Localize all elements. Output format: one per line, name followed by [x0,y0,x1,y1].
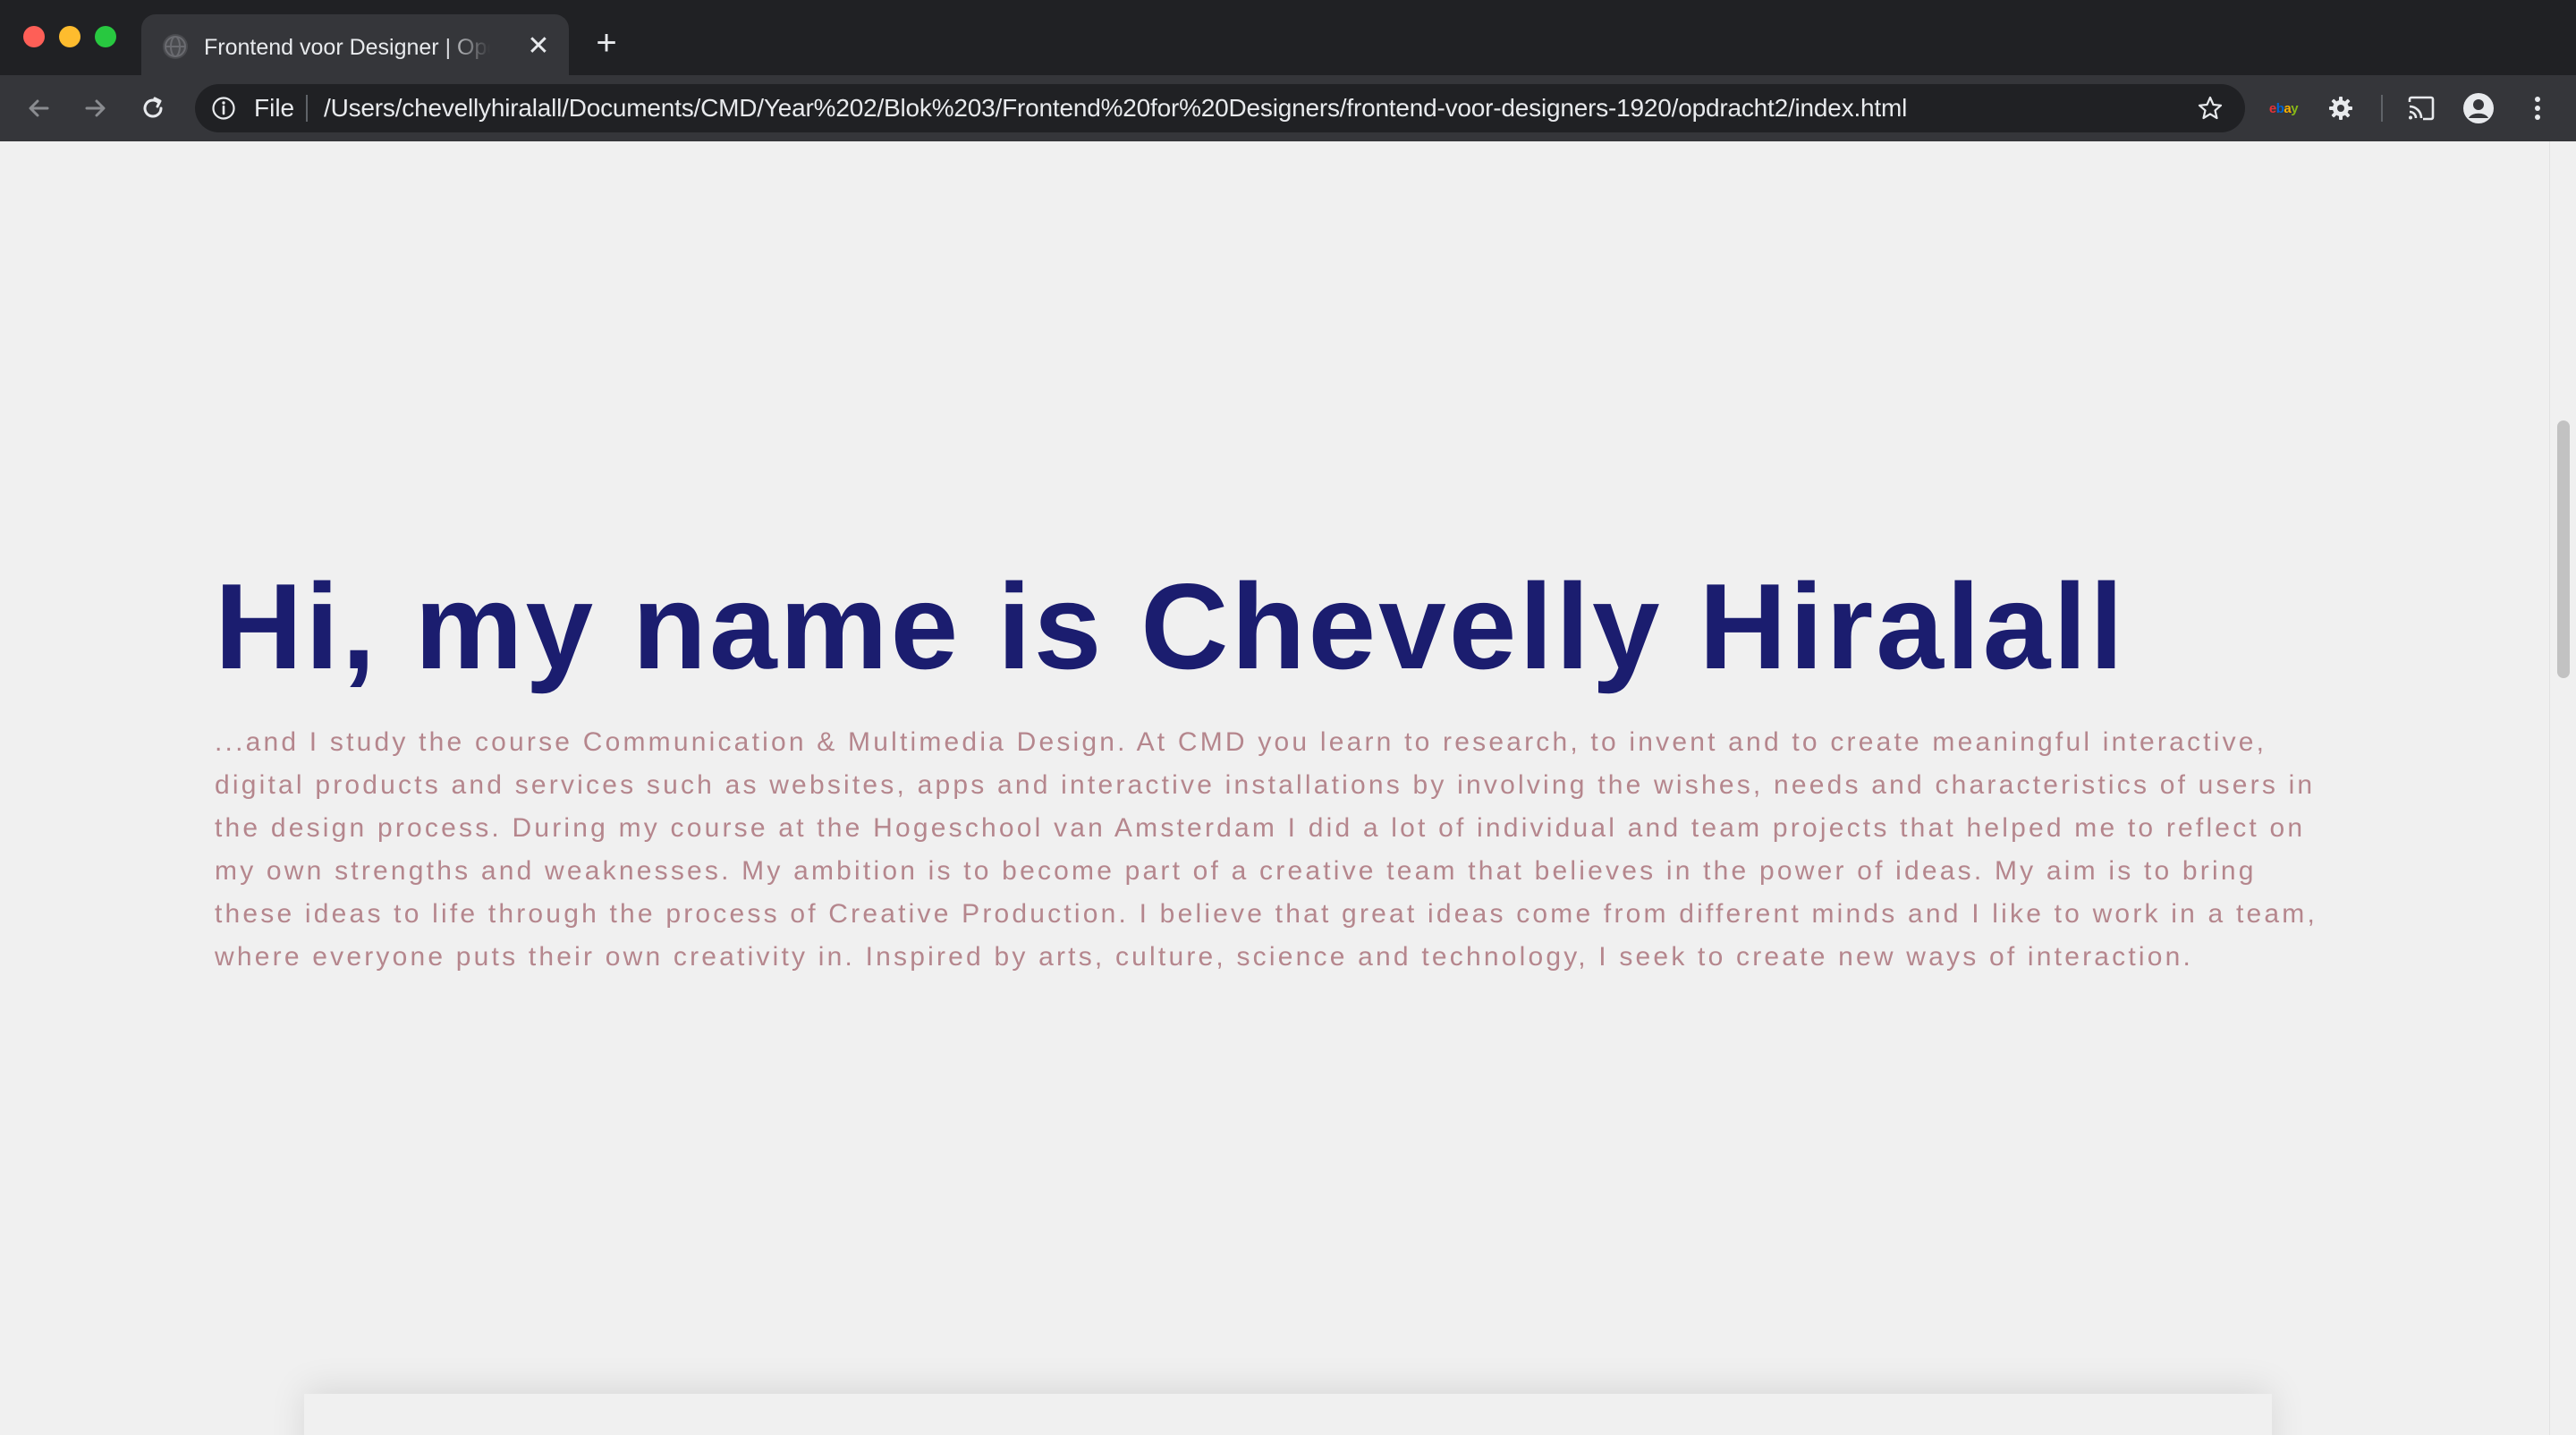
minimize-window-button[interactable] [59,26,80,47]
reload-icon[interactable] [132,88,174,129]
next-section-edge [304,1394,2272,1435]
new-tab-button[interactable]: + [590,25,623,61]
address-divider [306,95,308,122]
intro-paragraph: ...and I study the course Communication … [215,727,2318,972]
title-bar: Frontend voor Designer | Opdracht 2 ✕ + [0,0,2576,77]
page-title: Hi, my name is Chevelly Hiralall [215,558,2126,694]
close-window-button[interactable] [23,26,45,47]
scheme-label: File [254,94,295,122]
address-bar[interactable]: File /Users/chevellyhiralall/Documents/C… [195,84,2245,132]
cast-icon[interactable] [2402,89,2440,127]
url-text[interactable]: /Users/chevellyhiralall/Documents/CMD/Ye… [324,92,1907,124]
vertical-scrollbar[interactable] [2549,141,2576,1435]
browser-tab-active[interactable]: Frontend voor Designer | Opdracht 2 ✕ [141,14,569,77]
toolbar-divider [2381,95,2383,122]
back-arrow-icon[interactable] [18,88,59,129]
browser-toolbar: File /Users/chevellyhiralall/Documents/C… [0,75,2576,141]
tab-title: Frontend voor Designer | Opdracht 2 [204,35,490,60]
tab-close-icon[interactable]: ✕ [522,30,555,63]
forward-arrow-icon[interactable] [75,88,116,129]
intro-section: Hi, my name is Chevelly Hiralall ...and … [215,555,2343,979]
kebab-menu-icon[interactable] [2519,89,2556,127]
globe-icon [163,34,188,59]
star-icon[interactable] [2197,95,2224,122]
gear-icon[interactable] [2322,89,2360,127]
zoom-window-button[interactable] [95,26,116,47]
scrollbar-thumb[interactable] [2557,420,2570,678]
profile-icon[interactable] [2460,89,2497,127]
info-icon[interactable] [211,96,236,121]
page-viewport[interactable]: Hi, my name is Chevelly Hiralall ...and … [0,141,2576,1435]
ebay-icon[interactable]: ebay [2265,89,2302,127]
